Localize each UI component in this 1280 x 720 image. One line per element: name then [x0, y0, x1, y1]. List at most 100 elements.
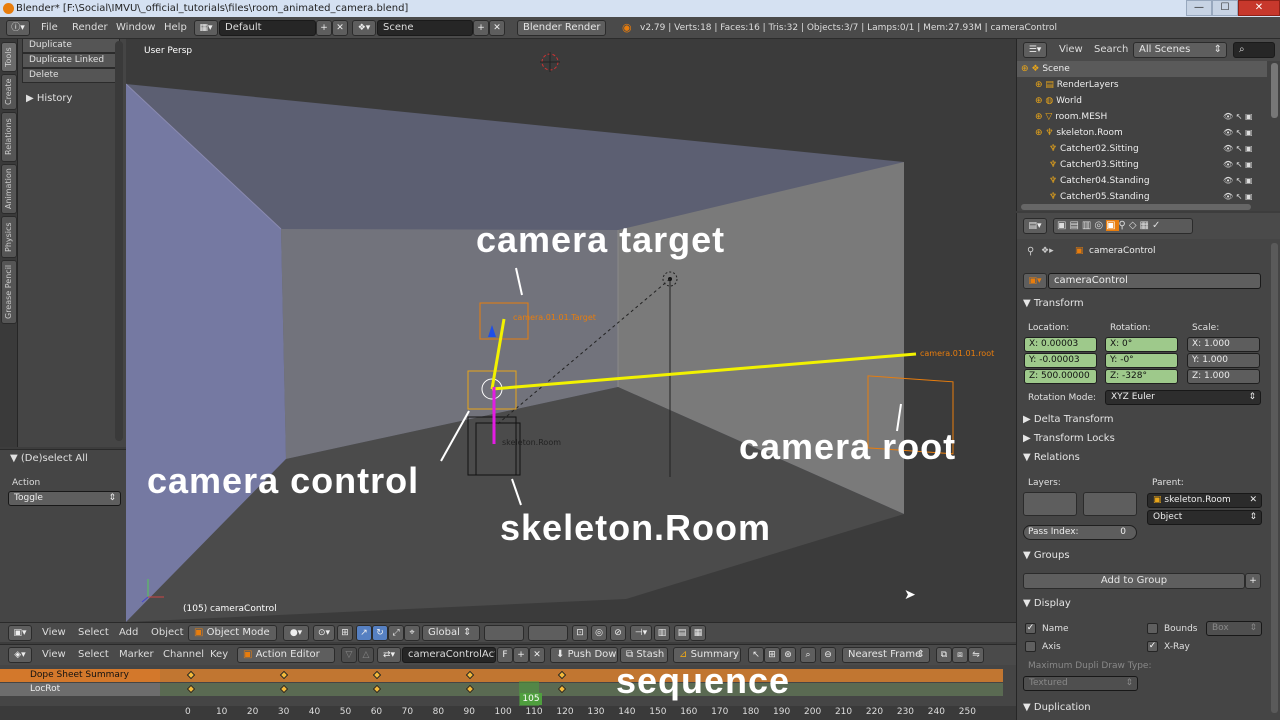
- remove-scene-icon[interactable]: ✕: [489, 20, 505, 36]
- tab-grease-pencil[interactable]: Grease Pencil: [1, 260, 17, 324]
- tool-panel-scrollbar[interactable]: [115, 41, 123, 441]
- filter-search-icon[interactable]: ⌕: [800, 647, 816, 663]
- rotation-y-field[interactable]: Y: -0°: [1105, 353, 1178, 368]
- layer-buttons-b[interactable]: [528, 625, 568, 641]
- copy-keyframes-icon[interactable]: ⧉: [936, 647, 952, 663]
- display-name-checkbox[interactable]: ✓: [1025, 623, 1036, 634]
- outliner-item[interactable]: ⊕ ❖ Scene: [1017, 61, 1267, 77]
- proportional-edit-icon[interactable]: ◎: [591, 625, 607, 641]
- groups-panel-header[interactable]: ▼ Groups: [1023, 548, 1268, 564]
- editor-mode-select[interactable]: ▣ Action Editor: [237, 647, 335, 663]
- pin-icon[interactable]: ⚲: [1027, 246, 1034, 257]
- location-z-field[interactable]: Z: 500.00000: [1024, 369, 1097, 384]
- snap-target-icon[interactable]: ▥: [654, 625, 670, 641]
- menu-file[interactable]: File: [41, 17, 58, 39]
- keyframe-diamond[interactable]: [372, 670, 381, 680]
- editor-type-dopesheet-icon[interactable]: ◈▾: [8, 647, 32, 663]
- outliner-item[interactable]: ⊕ ▽ room.MESH 👁 ↖ ▣: [1017, 109, 1267, 125]
- parent-type-select[interactable]: Object ⇕: [1147, 510, 1262, 525]
- outliner-menu-view[interactable]: View: [1059, 39, 1083, 61]
- keyframe-diamond[interactable]: [558, 684, 567, 694]
- display-bounds-checkbox[interactable]: [1147, 623, 1158, 634]
- outliner-item[interactable]: ⊕ ◍ World: [1017, 93, 1267, 109]
- duplication-panel-header[interactable]: ▼ Duplication: [1023, 700, 1268, 716]
- editor-type-outliner-icon[interactable]: ☰▾: [1023, 42, 1047, 58]
- editor-type-properties-icon[interactable]: ▤▾: [1023, 218, 1047, 234]
- dopesheet-menu-channel[interactable]: Channel: [163, 644, 204, 666]
- restrict-toggle-icons[interactable]: 👁 ↖ ▣: [1223, 157, 1253, 173]
- restrict-toggle-icons[interactable]: 👁 ↖ ▣: [1223, 141, 1253, 157]
- location-x-field[interactable]: X: 0.00003: [1024, 337, 1097, 352]
- restrict-toggle-icons[interactable]: 👁 ↖ ▣: [1223, 109, 1253, 125]
- menu-help[interactable]: Help: [164, 17, 187, 39]
- dopesheet-menu-select[interactable]: Select: [78, 644, 109, 666]
- keyframe-diamond[interactable]: [279, 670, 289, 680]
- add-scene-icon[interactable]: +: [473, 20, 489, 36]
- operator-panel-header[interactable]: ▼ (De)select All: [10, 453, 88, 464]
- 3d-viewport[interactable]: User Persp camera.01.01.Target camera.01…: [126, 39, 1016, 622]
- pass-index-field[interactable]: Pass Index: 0: [1023, 525, 1137, 540]
- next-layer-icon[interactable]: △: [358, 647, 374, 663]
- object-datablock-icon[interactable]: ▣▾: [1023, 273, 1047, 289]
- outliner-scrollbar[interactable]: [1271, 63, 1278, 118]
- outliner-item[interactable]: ♆ Catcher05.Standing 👁 ↖ ▣: [1017, 189, 1267, 205]
- display-panel-header[interactable]: ▼ Display: [1023, 596, 1268, 612]
- scale-y-field[interactable]: Y: 1.000: [1187, 353, 1260, 368]
- duplicate-button[interactable]: Duplicate: [22, 38, 120, 53]
- push-down-button[interactable]: ⬇ Push Down: [550, 647, 618, 663]
- snap-element-icon[interactable]: ⊣▾: [630, 625, 652, 641]
- scene-field[interactable]: Scene: [377, 20, 473, 36]
- parent-field[interactable]: ▣ skeleton.Room ✕: [1147, 493, 1262, 508]
- outliner-item[interactable]: ⊕ ▤ RenderLayers: [1017, 77, 1267, 93]
- fake-user-button[interactable]: F: [497, 647, 513, 663]
- render-opengl-icon[interactable]: ▤: [674, 625, 690, 641]
- minimize-button[interactable]: —: [1186, 0, 1212, 16]
- auto-snap-select[interactable]: Nearest Frame ⇕: [842, 647, 930, 663]
- relations-panel-header[interactable]: ▼ Relations: [1023, 450, 1268, 466]
- keyframe-diamond[interactable]: [465, 670, 474, 680]
- layer-buttons-a[interactable]: [484, 625, 524, 641]
- maximize-button[interactable]: ☐: [1212, 0, 1238, 16]
- outliner-h-scrollbar[interactable]: [1021, 204, 1251, 210]
- history-panel-header[interactable]: ▶ History: [26, 93, 72, 104]
- scene-icon[interactable]: ❖▾: [352, 20, 376, 36]
- keyframe-diamond[interactable]: [186, 684, 196, 694]
- bounds-type-select[interactable]: Box ⇕: [1206, 621, 1262, 636]
- object-name-field[interactable]: cameraControl: [1048, 273, 1261, 289]
- tab-relations[interactable]: Relations: [1, 112, 17, 162]
- restrict-toggle-icons[interactable]: 👁 ↖ ▣: [1223, 125, 1253, 141]
- outliner-item[interactable]: ⊕ ♆ skeleton.Room 👁 ↖ ▣: [1017, 125, 1267, 141]
- close-button[interactable]: ✕: [1238, 0, 1280, 16]
- dopesheet-menu-key[interactable]: Key: [210, 644, 228, 666]
- keyframe-diamond[interactable]: [558, 670, 567, 680]
- unlink-action-icon[interactable]: ✕: [529, 647, 545, 663]
- properties-scrollbar[interactable]: [1271, 243, 1278, 713]
- lock-layers-icon[interactable]: ⊡: [572, 625, 588, 641]
- restrict-toggle-icons[interactable]: 👁 ↖ ▣: [1223, 189, 1253, 205]
- keyframe-diamond[interactable]: [372, 684, 381, 694]
- frame-ruler[interactable]: 0 10 20 30 40 50 60 70 80 90 100 110 120 130 140 150 160…: [0, 706, 1016, 720]
- menu-add[interactable]: Add: [119, 622, 138, 644]
- rotation-z-field[interactable]: Z: -328°: [1105, 369, 1178, 384]
- keyframe-diamond[interactable]: [186, 670, 196, 680]
- display-axis-checkbox[interactable]: [1025, 641, 1036, 652]
- editor-type-info-icon[interactable]: ⓘ▾: [6, 20, 30, 36]
- menu-object[interactable]: Object: [151, 622, 184, 644]
- max-dupli-select[interactable]: Textured ⇕: [1023, 676, 1138, 691]
- rotation-x-field[interactable]: X: 0°: [1105, 337, 1178, 352]
- keyframe-diamond[interactable]: [465, 684, 474, 694]
- screen-layout-icon[interactable]: ▦▾: [194, 20, 218, 36]
- keyframe-diamond[interactable]: [279, 684, 289, 694]
- menu-view[interactable]: View: [42, 622, 66, 644]
- tab-tools[interactable]: Tools: [1, 42, 17, 72]
- action-select[interactable]: Toggle ⇕: [8, 491, 121, 506]
- mode-select[interactable]: ▣ Object Mode: [188, 625, 277, 641]
- transform-locks-panel-header[interactable]: ▶ Transform Locks: [1023, 431, 1268, 447]
- layers-grid-b[interactable]: [1083, 492, 1137, 516]
- tab-animation[interactable]: Animation: [1, 164, 17, 214]
- layers-grid-a[interactable]: [1023, 492, 1077, 516]
- restrict-toggle-icons[interactable]: 👁 ↖ ▣: [1223, 173, 1253, 189]
- scale-x-field[interactable]: X: 1.000: [1187, 337, 1260, 352]
- viewport-shading-icon[interactable]: ●▾: [283, 625, 309, 641]
- render-animation-icon[interactable]: ▦: [690, 625, 706, 641]
